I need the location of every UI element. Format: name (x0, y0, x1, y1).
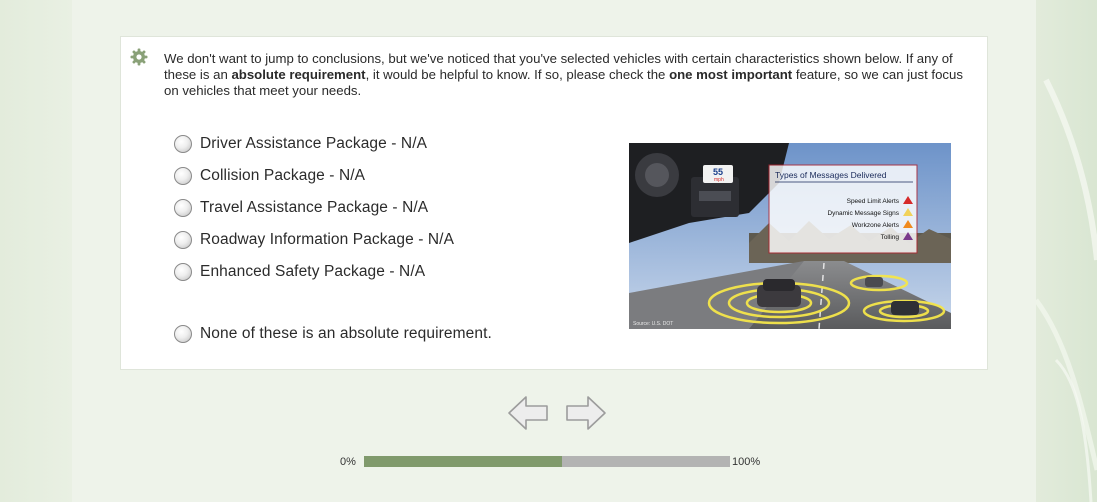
right-margin-decoration (1036, 0, 1097, 502)
arrow-left-icon[interactable] (508, 396, 548, 430)
option-enhanced-safety[interactable]: Enhanced Safety Package - N/A (174, 261, 425, 283)
option-label: Travel Assistance Package - N/A (200, 199, 429, 216)
back-button[interactable] (506, 393, 550, 433)
radio-button[interactable] (174, 263, 192, 281)
gear-icon (130, 48, 148, 66)
progress-indicator: 0% 100% (340, 452, 780, 472)
progress-start-label: 0% (340, 456, 356, 468)
option-roadway-information[interactable]: Roadway Information Package - N/A (174, 229, 454, 251)
question-text-part2: , it would be helpful to know. If so, pl… (365, 67, 670, 82)
question-bold-one-most-important: one most important (669, 67, 793, 82)
image-source-credit: Source: U.S. DOT (633, 321, 673, 327)
option-label: None of these is an absolute requirement… (200, 325, 492, 342)
option-driver-assistance[interactable]: Driver Assistance Package - N/A (174, 133, 427, 155)
legend-item-label: Dynamic Message Signs (827, 210, 899, 217)
arrow-right-icon[interactable] (566, 396, 606, 430)
radio-button[interactable] (174, 135, 192, 153)
legend-item-label: Tolling (881, 234, 900, 241)
connected-vehicle-image: 55 mph Types of Messages Delivered Speed… (629, 143, 951, 329)
next-button[interactable] (564, 393, 608, 433)
radio-button[interactable] (174, 231, 192, 249)
option-travel-assistance[interactable]: Travel Assistance Package - N/A (174, 197, 428, 219)
option-label: Collision Package - N/A (200, 167, 366, 184)
radio-button[interactable] (174, 167, 192, 185)
navigation-buttons (506, 393, 610, 433)
legend-item-label: Speed Limit Alerts (847, 198, 900, 205)
option-collision[interactable]: Collision Package - N/A (174, 165, 365, 187)
legend-title: Types of Messages Delivered (775, 170, 887, 180)
question-bold-absolute-requirement: absolute requirement (231, 67, 366, 82)
progress-end-label: 100% (732, 456, 761, 468)
option-label: Roadway Information Package - N/A (200, 231, 455, 248)
progress-track (364, 456, 730, 467)
option-label: Enhanced Safety Package - N/A (200, 263, 426, 280)
legend-item-label: Workzone Alerts (852, 222, 900, 229)
connected-vehicle-illustration: 55 mph Types of Messages Delivered Speed… (629, 143, 951, 329)
question-prompt: We don't want to jump to conclusions, bu… (164, 51, 964, 99)
leaf-swirl-decoration (1036, 78, 1097, 502)
speed-value: 55 (713, 167, 723, 177)
progress-fill (364, 456, 562, 467)
radio-button[interactable] (174, 199, 192, 217)
speed-unit: mph (714, 177, 724, 183)
radio-button[interactable] (174, 325, 192, 343)
left-margin-decoration (0, 0, 72, 502)
option-label: Driver Assistance Package - N/A (200, 135, 428, 152)
option-none-required[interactable]: None of these is an absolute requirement… (174, 323, 492, 345)
question-card: We don't want to jump to conclusions, bu… (120, 36, 988, 370)
